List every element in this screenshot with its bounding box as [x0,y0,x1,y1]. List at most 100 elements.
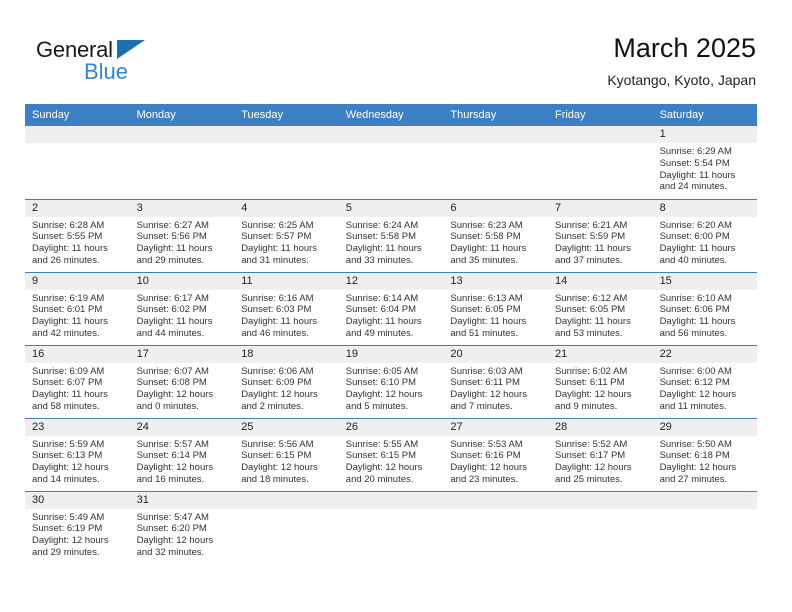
calendar-day-cell[interactable]: 27 Sunrise: 5:53 AM Sunset: 6:16 PM Dayligh… [443,417,548,491]
calendar-day-cell[interactable]: 25 Sunrise: 5:56 AM Sunset: 6:15 PM Dayligh… [234,417,339,491]
sunset-text: Sunset: 5:54 PM [659,157,730,169]
day-details: Sunrise: 5:55 AM Sunset: 6:15 PM Daylight:… [339,436,444,486]
calendar-day-cell[interactable]: 31 Sunrise: 5:47 AM Sunset: 6:20 PM Dayligh… [129,490,235,564]
calendar-table: Sunday Monday Tuesday Wednesday Thursday… [25,104,758,564]
sunset-text: Sunset: 5:56 PM [136,231,207,243]
daylight-text: Daylight: 11 hours and 46 minutes. [241,316,318,339]
day-number: 21 [547,345,653,363]
sunset-text: Sunset: 6:15 PM [345,450,417,462]
sunset-text: Sunset: 5:58 PM [450,231,521,243]
calendar-day-cell[interactable]: 19 Sunrise: 6:05 AM Sunset: 6:10 PM Dayligh… [338,344,444,418]
calendar-day-cell[interactable]: 30 Sunrise: 5:49 AM Sunset: 6:19 PM Dayligh… [25,490,130,564]
calendar-day-cell-empty [25,126,130,199]
day-details: Sunrise: 6:19 AM Sunset: 6:01 PM Daylight:… [25,290,130,340]
calendar-day-cell[interactable]: 29 Sunrise: 5:50 AM Sunset: 6:18 PM Dayligh… [652,417,758,491]
day-details: Sunrise: 6:09 AM Sunset: 6:07 PM Daylight:… [25,363,130,413]
daylight-text: Daylight: 12 hours and 2 minutes. [241,389,318,412]
daylight-text: Daylight: 12 hours and 5 minutes. [345,389,423,412]
day-details: Sunrise: 6:29 AM Sunset: 5:54 PM Daylight:… [653,143,758,193]
calendar-week-row: 2 Sunrise: 6:28 AM Sunset: 5:55 PM Daylight… [25,198,758,272]
sunrise-text: Sunrise: 6:20 AM [659,219,732,231]
calendar-day-cell[interactable]: 1 Sunrise: 6:29 AM Sunset: 5:54 PM Daylight… [652,126,758,199]
calendar-day-cell[interactable]: 12 Sunrise: 6:14 AM Sunset: 6:04 PM Dayligh… [338,271,444,345]
calendar-day-cell[interactable]: 22 Sunrise: 6:00 AM Sunset: 6:12 PM Dayligh… [652,344,758,418]
sunset-text: Sunset: 6:00 PM [659,231,730,243]
sunrise-text: Sunrise: 6:28 AM [32,219,105,231]
page-title: March 2025 [613,33,756,63]
calendar-day-cell[interactable]: 10 Sunrise: 6:17 AM Sunset: 6:02 PM Dayligh… [129,271,235,345]
day-number: 13 [443,272,548,290]
day-details: Sunrise: 6:03 AM Sunset: 6:11 PM Daylight:… [443,363,548,413]
day-number [547,491,653,509]
sunrise-text: Sunrise: 6:24 AM [345,219,419,231]
calendar-day-cell[interactable]: 20 Sunrise: 6:03 AM Sunset: 6:11 PM Dayligh… [443,344,548,418]
sunset-text: Sunset: 6:19 PM [32,523,103,535]
day-details: Sunrise: 5:49 AM Sunset: 6:19 PM Daylight:… [25,509,130,559]
day-number [129,126,235,143]
day-number: 18 [234,345,339,363]
calendar-day-cell[interactable]: 5 Sunrise: 6:24 AM Sunset: 5:58 PM Daylight… [338,198,444,272]
sunrise-text: Sunrise: 5:55 AM [345,438,419,450]
calendar-day-cell[interactable]: 24 Sunrise: 5:57 AM Sunset: 6:14 PM Dayligh… [129,417,235,491]
calendar-day-cell[interactable]: 18 Sunrise: 6:06 AM Sunset: 6:09 PM Dayligh… [234,344,339,418]
day-number [234,491,339,509]
day-number: 2 [25,199,130,217]
weekday-header-monday: Monday [129,104,235,126]
sunrise-text: Sunrise: 6:29 AM [659,146,732,157]
weekday-header-saturday: Saturday [652,104,758,126]
sunset-text: Sunset: 6:16 PM [450,450,521,462]
calendar-day-cell[interactable]: 28 Sunrise: 5:52 AM Sunset: 6:17 PM Dayligh… [547,417,653,491]
day-details: Sunrise: 6:21 AM Sunset: 5:59 PM Daylight:… [548,217,653,267]
calendar-body: 1 Sunrise: 6:29 AM Sunset: 5:54 PM Daylight… [25,126,758,564]
day-number [25,126,130,143]
calendar-day-cell[interactable]: 11 Sunrise: 6:16 AM Sunset: 6:03 PM Dayligh… [234,271,339,345]
weekday-header-sunday: Sunday [25,104,130,126]
calendar-day-cell-empty [547,490,653,564]
day-details: Sunrise: 5:59 AM Sunset: 6:13 PM Daylight:… [25,436,130,486]
general-blue-logo[interactable]: General Blue [36,38,216,88]
calendar-day-cell-empty [338,490,444,564]
calendar-day-cell[interactable]: 6 Sunrise: 6:23 AM Sunset: 5:58 PM Daylight… [443,198,548,272]
sunset-text: Sunset: 6:09 PM [241,377,312,389]
sunset-text: Sunset: 6:11 PM [450,377,520,389]
weekday-header-wednesday: Wednesday [338,104,444,126]
daylight-text: Daylight: 12 hours and 14 minutes. [32,462,109,485]
day-details: Sunrise: 5:57 AM Sunset: 6:14 PM Daylight:… [130,436,235,486]
calendar-day-cell[interactable]: 23 Sunrise: 5:59 AM Sunset: 6:13 PM Dayligh… [25,417,130,491]
sunrise-text: Sunrise: 6:21 AM [554,219,628,231]
calendar-week-row: 16 Sunrise: 6:09 AM Sunset: 6:07 PM Dayligh… [25,344,758,418]
day-number: 24 [129,418,235,436]
sunset-text: Sunset: 6:20 PM [136,523,207,535]
daylight-text: Daylight: 12 hours and 27 minutes. [659,462,737,485]
calendar-day-cell[interactable]: 15 Sunrise: 6:10 AM Sunset: 6:06 PM Dayligh… [652,271,758,345]
calendar-day-cell[interactable]: 17 Sunrise: 6:07 AM Sunset: 6:08 PM Dayligh… [129,344,235,418]
calendar-day-cell[interactable]: 14 Sunrise: 6:12 AM Sunset: 6:05 PM Dayligh… [547,271,653,345]
calendar-day-cell[interactable]: 3 Sunrise: 6:27 AM Sunset: 5:56 PM Daylight… [129,198,235,272]
calendar-day-cell[interactable]: 13 Sunrise: 6:13 AM Sunset: 6:05 PM Dayligh… [443,271,548,345]
calendar-day-cell[interactable]: 21 Sunrise: 6:02 AM Sunset: 6:11 PM Dayligh… [547,344,653,418]
sunrise-text: Sunrise: 5:53 AM [450,438,523,450]
day-number: 23 [25,418,130,436]
sunrise-text: Sunrise: 6:16 AM [241,292,314,304]
calendar-day-cell[interactable]: 4 Sunrise: 6:25 AM Sunset: 5:57 PM Daylight… [234,198,339,272]
day-number [443,491,548,509]
calendar-day-cell[interactable]: 7 Sunrise: 6:21 AM Sunset: 5:59 PM Daylight… [547,198,653,272]
day-number: 10 [129,272,235,290]
day-details: Sunrise: 6:13 AM Sunset: 6:05 PM Daylight:… [443,290,548,340]
sunrise-text: Sunrise: 6:27 AM [136,219,209,231]
calendar-day-cell[interactable]: 16 Sunrise: 6:09 AM Sunset: 6:07 PM Dayligh… [25,344,130,418]
day-number: 15 [652,272,758,290]
calendar-day-cell[interactable]: 8 Sunrise: 6:20 AM Sunset: 6:00 PM Daylight… [652,198,758,272]
calendar-day-cell[interactable]: 2 Sunrise: 6:28 AM Sunset: 5:55 PM Daylight… [25,198,130,272]
day-details: Sunrise: 6:00 AM Sunset: 6:12 PM Daylight:… [653,363,758,413]
daylight-text: Daylight: 12 hours and 32 minutes. [136,535,214,558]
day-details: Sunrise: 6:23 AM Sunset: 5:58 PM Daylight:… [443,217,548,267]
calendar-week-row: 30 Sunrise: 5:49 AM Sunset: 6:19 PM Dayligh… [25,490,758,564]
day-number [234,126,339,143]
sunset-text: Sunset: 6:11 PM [554,377,625,389]
calendar-day-cell[interactable]: 9 Sunrise: 6:19 AM Sunset: 6:01 PM Daylight… [25,271,130,345]
calendar-week-row: 9 Sunrise: 6:19 AM Sunset: 6:01 PM Daylight… [25,271,758,345]
weekday-header-friday: Friday [547,104,653,126]
calendar-day-cell[interactable]: 26 Sunrise: 5:55 AM Sunset: 6:15 PM Dayligh… [338,417,444,491]
daylight-text: Daylight: 11 hours and 31 minutes. [241,243,318,266]
